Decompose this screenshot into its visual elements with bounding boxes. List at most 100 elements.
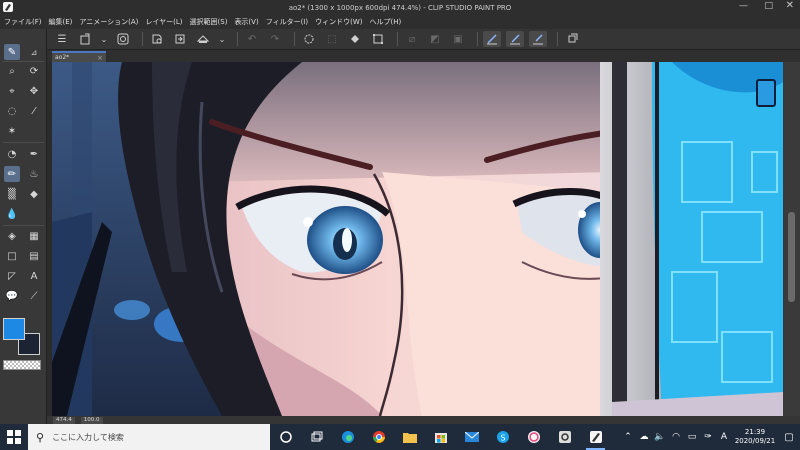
drawing-canvas[interactable] bbox=[52, 62, 783, 416]
title-bar: ao2* (1300 x 1000px 600dpi 474.4%) - CLI… bbox=[0, 0, 800, 15]
invert-selection-icon[interactable]: ⬚ bbox=[323, 31, 341, 47]
text-tool-icon[interactable]: A bbox=[26, 268, 42, 284]
taskbar-search-box[interactable]: ⚲ ここに入力して検索 bbox=[28, 424, 270, 450]
taskbar-clock[interactable]: 21:39 2020/09/21 bbox=[732, 428, 778, 446]
fill-tool-icon[interactable]: ◈ bbox=[4, 228, 20, 244]
itunes-icon[interactable] bbox=[518, 424, 549, 450]
menu-file[interactable]: ファイル(F) bbox=[4, 17, 42, 27]
zoom-value[interactable]: 474.4 bbox=[53, 416, 75, 424]
balloon-tool-icon[interactable]: 💬 bbox=[4, 288, 20, 304]
edge-icon[interactable] bbox=[332, 424, 363, 450]
menu-help[interactable]: ヘルプ(H) bbox=[369, 17, 401, 27]
scrollbar-thumb[interactable] bbox=[788, 212, 795, 302]
close-tab-icon[interactable]: × bbox=[97, 54, 103, 62]
windows-start-icon[interactable] bbox=[0, 424, 28, 450]
zoom-tool-icon[interactable]: ⌕ bbox=[4, 63, 20, 79]
svg-text:S: S bbox=[500, 434, 505, 443]
eraser-tool-icon[interactable]: ◆ bbox=[26, 186, 42, 202]
clip-studio-paint-icon[interactable] bbox=[580, 424, 611, 450]
transform-icon[interactable] bbox=[369, 31, 387, 47]
pressure-pen-icon[interactable] bbox=[506, 31, 524, 47]
onedrive-icon[interactable]: ☁ bbox=[636, 432, 652, 442]
chrome-icon[interactable] bbox=[363, 424, 394, 450]
transparent-color-swatch[interactable] bbox=[3, 360, 41, 370]
mail-icon[interactable] bbox=[456, 424, 487, 450]
menu-animation[interactable]: アニメーション(A) bbox=[79, 17, 138, 27]
window-title: ao2* (1300 x 1000px 600dpi 474.4%) - CLI… bbox=[288, 3, 512, 12]
blend-tool-icon[interactable]: 💧 bbox=[4, 206, 20, 222]
minimize-button[interactable]: — bbox=[739, 1, 748, 11]
menu-view[interactable]: 表示(V) bbox=[234, 17, 258, 27]
command-bar: ☰ ⌄ ⌄ ↶ ↷ ⬚ ⧄ ◩ ▣ bbox=[47, 29, 800, 50]
skype-icon[interactable]: S bbox=[487, 424, 518, 450]
magic-wand-tool-icon[interactable]: ✶ bbox=[4, 123, 20, 139]
correct-line-tool-icon[interactable]: ⟋ bbox=[26, 288, 42, 304]
document-tab[interactable]: ao2* × bbox=[52, 51, 106, 62]
menu-window[interactable]: ウィンドウ(W) bbox=[315, 17, 362, 27]
new-file-icon[interactable] bbox=[76, 31, 94, 47]
ime-indicator[interactable]: A bbox=[716, 432, 732, 442]
clock-time: 21:39 bbox=[744, 428, 766, 436]
chevron-down-icon[interactable]: ⌄ bbox=[217, 31, 227, 47]
close-button[interactable]: ✕ bbox=[786, 0, 794, 11]
angle-value[interactable]: 100.0 bbox=[80, 416, 103, 424]
menu-selection[interactable]: 選択範囲(S) bbox=[190, 17, 228, 27]
menu-edit[interactable]: 編集(E) bbox=[49, 17, 73, 27]
pen-icon[interactable]: ✑ bbox=[700, 432, 716, 442]
operation-tool-icon[interactable]: ⌖ bbox=[4, 83, 20, 99]
maximize-button[interactable]: □ bbox=[764, 1, 773, 11]
reference-layer-icon[interactable]: ▣ bbox=[449, 31, 467, 47]
chevron-up-icon[interactable]: ⌃ bbox=[620, 432, 636, 442]
fill-icon[interactable] bbox=[346, 31, 364, 47]
store-icon[interactable] bbox=[425, 424, 456, 450]
vertical-scrollbar[interactable] bbox=[783, 62, 800, 416]
network-icon[interactable]: ◠ bbox=[668, 432, 684, 442]
snap-pen-icon[interactable] bbox=[529, 31, 547, 47]
chevron-down-icon[interactable]: ⌄ bbox=[99, 31, 109, 47]
notification-icon[interactable]: ▢ bbox=[778, 432, 800, 443]
separator bbox=[142, 32, 143, 46]
system-tray: ⌃ ☁ 🔈 ◠ ▭ ✑ A 21:39 2020/09/21 ▢ bbox=[620, 424, 800, 450]
gradient-tool-icon[interactable]: ▦ bbox=[26, 228, 42, 244]
airbrush-tool-icon[interactable]: ♨ bbox=[26, 166, 42, 182]
deselect-icon[interactable] bbox=[300, 31, 318, 47]
redo-icon[interactable]: ↷ bbox=[266, 31, 284, 47]
hamburger-menu-icon[interactable]: ☰ bbox=[53, 31, 71, 47]
clip-below-icon[interactable]: ⧄ bbox=[403, 31, 421, 47]
main-color-swatch[interactable] bbox=[3, 318, 25, 340]
separator bbox=[397, 32, 398, 46]
brush-tool-icon[interactable]: ◔ bbox=[4, 146, 20, 162]
battery-icon[interactable]: ▭ bbox=[684, 432, 700, 442]
task-view-icon[interactable] bbox=[270, 424, 301, 450]
document-tab-name: ao2* bbox=[55, 54, 70, 61]
rotate-tool-icon[interactable]: ⟳ bbox=[26, 63, 42, 79]
export-icon[interactable] bbox=[171, 31, 189, 47]
frame-tool-icon[interactable]: ▤ bbox=[26, 248, 42, 264]
volume-icon[interactable]: 🔈 bbox=[652, 432, 668, 442]
save-icon[interactable] bbox=[148, 31, 166, 47]
pencil-tool-icon[interactable]: ✏ bbox=[4, 166, 20, 182]
file-explorer-icon[interactable] bbox=[394, 424, 425, 450]
decoration-tool-icon[interactable]: ▒ bbox=[4, 186, 20, 202]
artwork bbox=[52, 62, 783, 416]
print-icon[interactable] bbox=[194, 31, 212, 47]
ruler-tool-icon[interactable]: ◸ bbox=[4, 268, 20, 284]
lock-transparent-icon[interactable]: ◩ bbox=[426, 31, 444, 47]
clip-studio-icon[interactable] bbox=[114, 31, 132, 47]
eyedropper-tool-icon[interactable]: ⁄ bbox=[26, 103, 42, 119]
settings-icon[interactable] bbox=[563, 31, 581, 47]
move-layer-tool-icon[interactable]: ✥ bbox=[26, 83, 42, 99]
clip-studio-icon[interactable] bbox=[549, 424, 580, 450]
menu-layer[interactable]: レイヤー(L) bbox=[145, 17, 182, 27]
pen-nib-tool-icon[interactable]: ✒ bbox=[26, 146, 42, 162]
menu-filter[interactable]: フィルター(I) bbox=[266, 17, 308, 27]
search-icon: ⚲ bbox=[36, 430, 45, 444]
subtool-icon[interactable]: ⊿ bbox=[26, 44, 42, 60]
tab-strip bbox=[47, 50, 800, 62]
widgets-icon[interactable] bbox=[301, 424, 332, 450]
undo-icon[interactable]: ↶ bbox=[243, 31, 261, 47]
pen-tool-icon[interactable]: ✎ bbox=[4, 44, 20, 60]
figure-tool-icon[interactable]: □ bbox=[4, 248, 20, 264]
stabilization-pen-icon[interactable] bbox=[483, 31, 501, 47]
lasso-tool-icon[interactable]: ◌ bbox=[4, 103, 20, 119]
